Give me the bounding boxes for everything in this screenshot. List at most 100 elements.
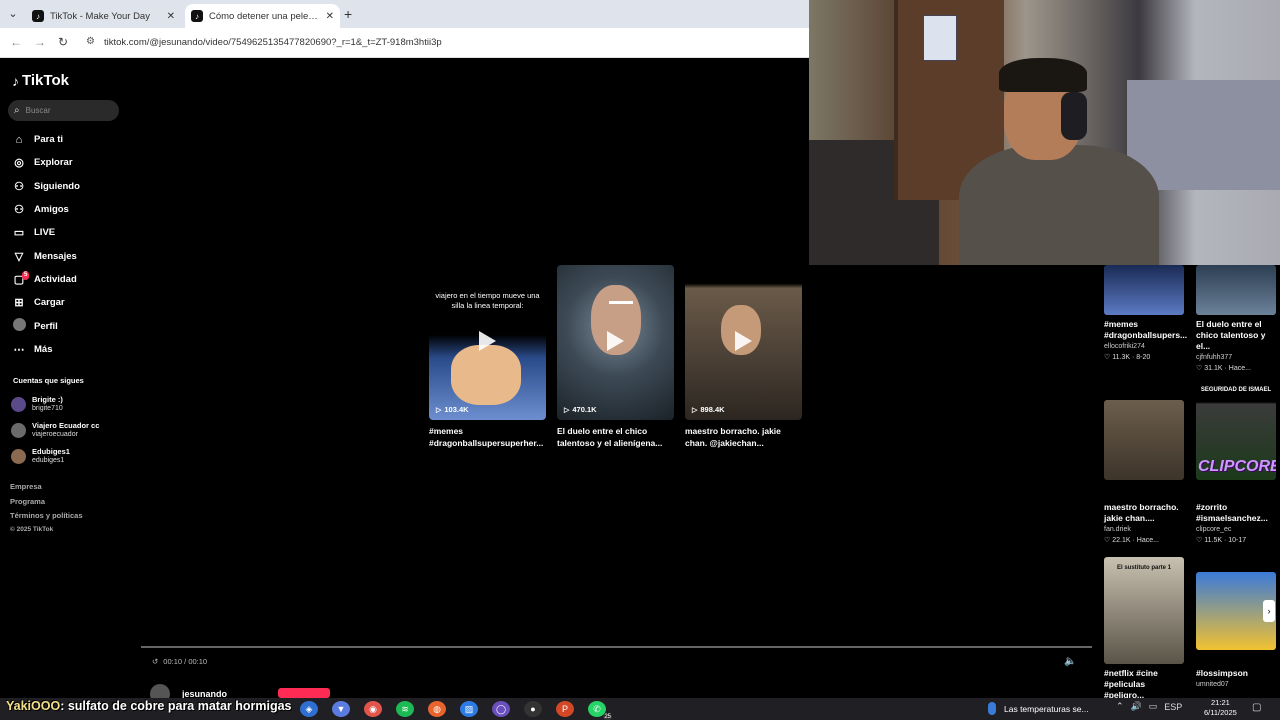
volume-icon[interactable]: 🔈 bbox=[1064, 656, 1076, 667]
video-thumbnail[interactable]: viajero en el tiempo mueve una silla la … bbox=[429, 265, 546, 420]
clock[interactable]: 21:21 6/11/2025 bbox=[1204, 698, 1237, 718]
likes-value: 11.5K bbox=[1204, 537, 1223, 544]
language-indicator[interactable]: ESP bbox=[1164, 702, 1182, 712]
reload-icon[interactable]: ↻ bbox=[58, 35, 68, 49]
play-icon bbox=[607, 331, 624, 351]
sidebar-item-live[interactable]: ▭ LIVE bbox=[12, 221, 80, 244]
replay-icon[interactable]: ↺ bbox=[152, 657, 158, 666]
recommended-video[interactable]: SEGURIDAD DE ISMAEL CLIPCORE #zorrito #i… bbox=[1196, 385, 1278, 546]
footer-link-programa[interactable]: Programa bbox=[10, 497, 83, 512]
clock-time: 21:21 bbox=[1211, 698, 1230, 707]
sidebar-item-actividad[interactable]: ▢ 5 Actividad bbox=[12, 268, 80, 291]
sidebar-item-label: Para ti bbox=[34, 134, 64, 146]
firefox-icon[interactable]: ◍ bbox=[428, 701, 446, 717]
recommended-thumbnail[interactable] bbox=[1104, 400, 1184, 480]
chevron-up-icon[interactable]: ⌃ bbox=[1116, 701, 1124, 712]
close-tab-icon[interactable]: ✕ bbox=[326, 11, 334, 22]
person-torso bbox=[959, 145, 1159, 265]
sidebar-item-amigos[interactable]: ⚇ Amigos bbox=[12, 198, 80, 221]
recommended-thumbnail[interactable]: SEGURIDAD DE ISMAEL CLIPCORE bbox=[1196, 385, 1276, 480]
whatsapp-icon-glyph: ✆ bbox=[593, 703, 601, 714]
recommended-video[interactable]: #lossimpson umnited07 bbox=[1196, 572, 1278, 691]
recommended-video[interactable]: #memes #dragonballsupers... ellocofriki2… bbox=[1104, 265, 1187, 363]
video-title[interactable]: maestro borracho. jakie chan. @jakiechan… bbox=[685, 425, 802, 449]
video-thumbnail[interactable]: ▷ 470.1K bbox=[557, 265, 674, 420]
video-title[interactable]: El duelo entre el chico talentoso y el a… bbox=[557, 425, 674, 449]
recommended-thumbnail[interactable] bbox=[1104, 265, 1184, 315]
follow-button[interactable] bbox=[278, 688, 330, 698]
sidebar-item-más[interactable]: ⋯ Más bbox=[12, 338, 80, 361]
recommended-video[interactable]: El duelo entre el chico talentoso y el..… bbox=[1196, 265, 1278, 374]
url-field[interactable]: tiktok.com/@jesunando/video/754962513547… bbox=[104, 37, 442, 48]
new-tab-button[interactable]: + bbox=[344, 6, 352, 22]
video-card[interactable]: ▷ 898.4K maestro borracho. jakie chan. @j… bbox=[685, 265, 802, 449]
recommended-title: #zorrito #ismaelsanchez... bbox=[1196, 502, 1268, 523]
scroll-right-icon[interactable]: › bbox=[1263, 600, 1275, 622]
sidebar-item-label: Cargar bbox=[34, 297, 65, 309]
time-value: 00:10 / 00:10 bbox=[163, 657, 208, 666]
powerpoint-icon[interactable]: P bbox=[556, 701, 574, 717]
recommended-video[interactable]: El sustituto parte 1 #netflix #cine #pel… bbox=[1104, 557, 1186, 701]
thermometer-icon bbox=[988, 702, 996, 715]
following-account[interactable]: Edubiges1 edubiges1 bbox=[11, 443, 99, 469]
video-progress-bar[interactable] bbox=[141, 646, 1092, 648]
recommended-thumbnail[interactable]: El sustituto parte 1 bbox=[1104, 557, 1184, 664]
views-value: 103.4K bbox=[444, 405, 469, 414]
sidebar-item-label: Mensajes bbox=[34, 250, 77, 262]
video-card[interactable]: ▷ 470.1K El duelo entre el chico talentos… bbox=[557, 265, 674, 449]
sidebar-item-siguiendo[interactable]: ⚇ Siguiendo bbox=[12, 175, 80, 198]
tab-tiktok-home[interactable]: ♪ TikTok - Make Your Day ✕ bbox=[26, 4, 181, 28]
tab-search-menu-icon[interactable]: ⌄ bbox=[4, 5, 22, 23]
anime-face bbox=[451, 345, 521, 405]
sidebar-item-mensajes[interactable]: ▽ Mensajes bbox=[12, 244, 80, 267]
sidebar-item-cargar[interactable]: ⊞ Cargar bbox=[12, 291, 80, 314]
whatsapp-icon[interactable]: ✆ 25 bbox=[588, 701, 612, 720]
video-card[interactable]: viajero en el tiempo mueve una silla la … bbox=[429, 265, 546, 449]
sidebar-item-para-ti[interactable]: ⌂ Para ti bbox=[12, 128, 80, 151]
door-sign bbox=[923, 15, 957, 61]
forward-icon[interactable]: → bbox=[34, 35, 46, 49]
search-icon: ⌕ bbox=[14, 105, 20, 116]
playback-time: ↺ 00:10 / 00:10 bbox=[152, 657, 207, 666]
close-tab-icon[interactable]: ✕ bbox=[167, 11, 175, 22]
footer-link-terminos[interactable]: Términos y políticas bbox=[10, 511, 83, 526]
footer-link-empresa[interactable]: Empresa bbox=[10, 482, 83, 497]
date-value: 8-20 bbox=[1136, 354, 1151, 361]
sidebar-item-perfil[interactable]: Perfil bbox=[12, 314, 80, 337]
following-account[interactable]: Brigite :) brigite710 bbox=[11, 391, 99, 417]
avatar bbox=[12, 318, 26, 332]
back-icon[interactable]: ← bbox=[10, 35, 22, 49]
live-icon: ▭ bbox=[13, 227, 25, 240]
news-widget[interactable]: Las temperaturas se... bbox=[988, 702, 1089, 715]
recommended-title: #lossimpson bbox=[1196, 668, 1248, 678]
obs-icon[interactable]: ◯ bbox=[492, 701, 510, 717]
recommended-video[interactable]: maestro borracho. jakie chan.... fan.dri… bbox=[1104, 400, 1186, 546]
github-icon[interactable]: ● bbox=[524, 701, 542, 717]
sidebar-item-explorar[interactable]: ◎ Explorar bbox=[12, 151, 80, 174]
recommended-author: cjfnfuhh377 bbox=[1196, 354, 1233, 361]
paint-icon[interactable]: ▨ bbox=[460, 701, 478, 717]
spotify-icon[interactable]: ≋ bbox=[396, 701, 414, 717]
date-value: Hace... bbox=[1228, 365, 1251, 372]
tab-current-video[interactable]: ♪ Cómo detener una pelea como ✕ bbox=[185, 4, 340, 28]
account-username: viajeroecuador bbox=[32, 431, 78, 438]
video-title[interactable]: #memes #dragonballsupersuperher... bbox=[429, 425, 546, 449]
search-input[interactable]: ⌕ Buscar bbox=[8, 100, 119, 121]
vpn-icon[interactable]: ▼ bbox=[332, 701, 350, 717]
speaker-icon[interactable]: 🔊 bbox=[1131, 701, 1142, 712]
tiktok-favicon-icon: ♪ bbox=[191, 10, 203, 22]
notifications-icon[interactable]: ▢ bbox=[1252, 702, 1261, 713]
sidebar-item-label: Actividad bbox=[34, 273, 77, 285]
following-account[interactable]: Viajero Ecuador cc viajeroecuador bbox=[11, 417, 99, 443]
profile-avatar bbox=[12, 318, 26, 334]
recommended-thumbnail[interactable] bbox=[1196, 265, 1276, 315]
view-count: ▷ 898.4K bbox=[692, 405, 725, 414]
browser-icon[interactable]: ◉ bbox=[364, 701, 382, 717]
video-thumbnail[interactable]: ▷ 898.4K bbox=[685, 265, 802, 420]
tiktok-favicon-icon: ♪ bbox=[32, 10, 44, 22]
vscode-icon[interactable]: ◈ bbox=[300, 701, 318, 717]
site-info-icon[interactable]: ⚙ bbox=[86, 36, 95, 47]
network-icon[interactable]: ▭ bbox=[1149, 701, 1158, 712]
tiktok-logo[interactable]: ♪ TikTok bbox=[12, 72, 69, 89]
compass-icon: ◎ bbox=[14, 157, 24, 170]
